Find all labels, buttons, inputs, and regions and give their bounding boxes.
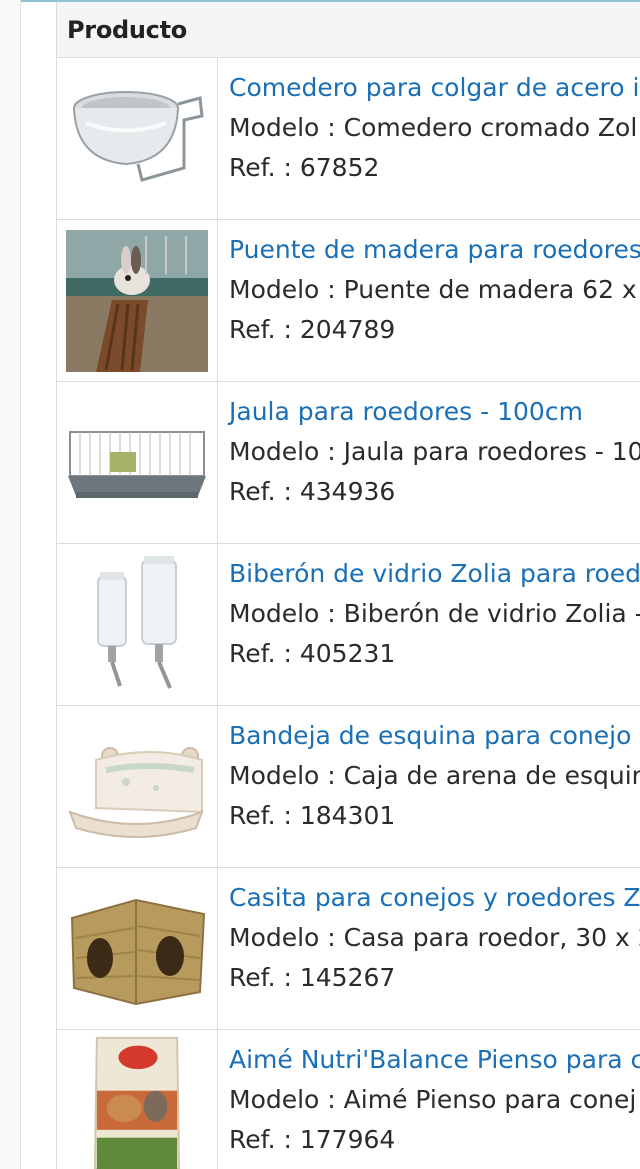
left-rail <box>0 0 21 1169</box>
table-row: Bandeja de esquina para conejo y Modelo … <box>57 706 640 868</box>
table-row: Jaula para roedores - 100cm Modelo : Jau… <box>57 382 640 544</box>
table-header: Producto <box>57 2 640 58</box>
product-title-link[interactable]: Bandeja de esquina para conejo y <box>229 716 640 756</box>
product-thumbnail[interactable] <box>57 1030 218 1169</box>
product-title-link[interactable]: Comedero para colgar de acero i <box>229 68 639 108</box>
product-thumbnail[interactable] <box>57 382 218 543</box>
table-row: Aimé Nutri'Balance Pienso para c Modelo … <box>57 1030 640 1169</box>
product-model: Modelo : Caja de arena de esquin <box>229 761 640 790</box>
product-thumbnail[interactable] <box>57 544 218 705</box>
product-ref: Ref. : 145267 <box>229 963 396 992</box>
product-title-link[interactable]: Biberón de vidrio Zolia para roedo <box>229 554 640 594</box>
product-ref: Ref. : 184301 <box>229 801 396 830</box>
product-title-link[interactable]: Casita para conejos y roedores Z <box>229 878 640 918</box>
table-row: Biberón de vidrio Zolia para roedo Model… <box>57 544 640 706</box>
product-ref: Ref. : 204789 <box>229 315 396 344</box>
product-model: Modelo : Casa para roedor, 30 x 2 <box>229 923 640 952</box>
steel-bowl-image <box>73 90 204 182</box>
product-model: Modelo : Biberón de vidrio Zolia - <box>229 599 640 628</box>
corner-litter-tray-image <box>68 746 204 838</box>
product-model: Modelo : Jaula para roedores - 10 <box>229 437 640 466</box>
table-row: Casita para conejos y roedores Z Modelo … <box>57 868 640 1030</box>
product-title-link[interactable]: Jaula para roedores - 100cm <box>229 392 640 432</box>
product-title-link[interactable]: Puente de madera para roedores <box>229 230 640 270</box>
product-ref: Ref. : 177964 <box>229 1125 396 1154</box>
product-thumbnail[interactable] <box>57 220 218 381</box>
product-ref: Ref. : 67852 <box>229 153 380 182</box>
rodent-cage-image <box>68 430 206 498</box>
table-row: Puente de madera para roedores Modelo : … <box>57 220 640 382</box>
table-row: Comedero para colgar de acero i Modelo :… <box>57 58 640 220</box>
product-ref: Ref. : 405231 <box>229 639 396 668</box>
product-model: Modelo : Puente de madera 62 x <box>229 275 637 304</box>
glass-bottles-image <box>97 555 177 689</box>
product-thumbnail[interactable] <box>57 58 218 219</box>
product-ref: Ref. : 434936 <box>229 477 396 506</box>
product-thumbnail[interactable] <box>57 868 218 1029</box>
product-model: Modelo : Comedero cromado Zol <box>229 113 638 142</box>
wooden-bridge-rabbit-image <box>66 229 208 372</box>
product-thumbnail[interactable] <box>57 706 218 867</box>
product-title-link[interactable]: Aimé Nutri'Balance Pienso para c <box>229 1040 640 1080</box>
column-header-producto: Producto <box>67 15 187 44</box>
woven-hay-house-image <box>70 898 206 1005</box>
product-table: Producto Comedero para colgar de acero i… <box>56 2 640 1169</box>
aime-food-bag-image <box>93 1036 181 1169</box>
product-model: Modelo : Aimé Pienso para conej <box>229 1085 637 1114</box>
